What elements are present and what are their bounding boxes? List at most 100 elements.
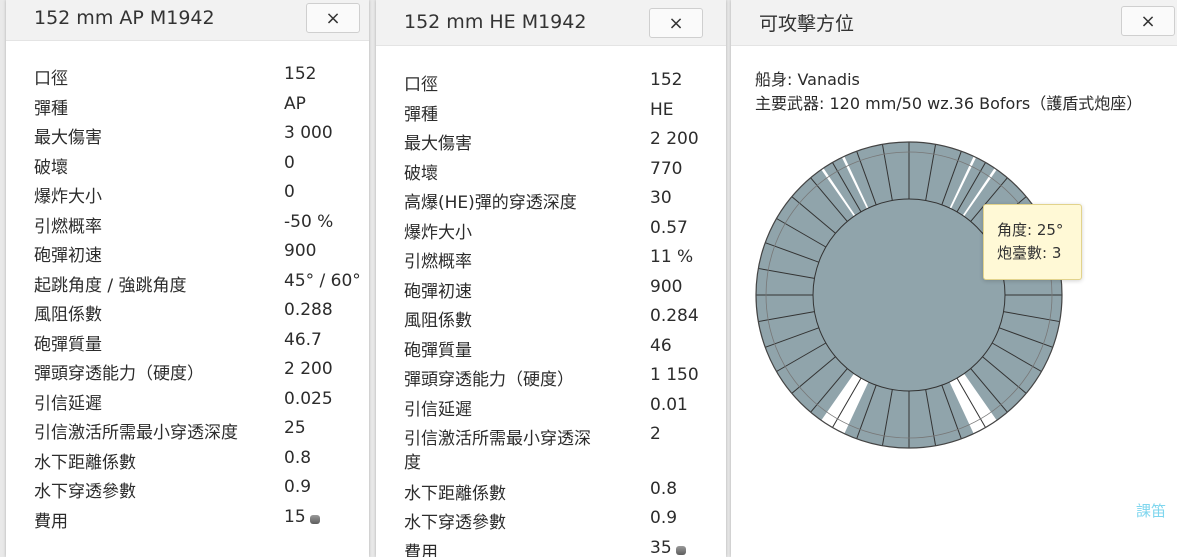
stat-row: 最大傷害 2 200 <box>404 129 724 154</box>
stat-value: 0.8 <box>650 478 678 499</box>
stat-label: 彈頭穿透能力（硬度） <box>404 370 574 390</box>
stat-row: 彈種 AP <box>34 93 354 119</box>
stat-label: 砲彈初速 <box>404 281 472 302</box>
arc-close-button[interactable]: × <box>1121 6 1175 36</box>
stat-label: 引信延遲 <box>34 393 102 414</box>
stat-row: 起跳角度 / 強跳角度 45° / 60° <box>34 271 361 296</box>
stat-value: 152 <box>650 70 683 90</box>
stat-row: 砲彈初速 900 <box>34 241 354 266</box>
stat-value: 3 000 <box>284 123 333 143</box>
stat-label: 水下距離係數 <box>404 483 506 504</box>
stat-value: 2 <box>650 424 661 444</box>
currency-icon <box>676 545 686 555</box>
stat-row: 引信激活所需最小穿透深度 2 <box>404 424 724 473</box>
he-panel-title: 152 mm HE M1942 <box>404 11 587 33</box>
stat-value: 25 <box>284 418 306 438</box>
stat-label: 破壞 <box>404 163 438 184</box>
tooltip-angle: 角度: 25° <box>997 221 1064 239</box>
stat-label: 口徑 <box>34 69 68 89</box>
stat-label: 最大傷害 <box>404 134 472 154</box>
partial-overlay-text: 課笛 <box>1136 502 1167 520</box>
stat-label: 水下穿透參數 <box>34 482 136 502</box>
stat-row: 最大傷害 3 000 <box>34 123 354 148</box>
close-icon: × <box>668 12 684 34</box>
stat-value: 11 % <box>650 247 694 267</box>
hull-info: 船身: Vanadis <box>755 70 860 89</box>
stat-value: 46.7 <box>284 329 322 350</box>
tooltip-turret-count: 炮臺數: 3 <box>997 244 1062 262</box>
stat-value: 46 <box>650 335 672 356</box>
main-weapon-info: 主要武器: 120 mm/50 wz.36 Bofors（護盾式炮座） <box>755 94 1143 113</box>
stat-label: 水下穿透參數 <box>404 513 506 533</box>
stat-value: 0.288 <box>284 300 333 320</box>
stat-value: 45° / 60° <box>284 270 361 291</box>
ap-shell-panel: 152 mm AP M1942 × 口徑 152 彈種 AP 最大傷害 3 000 破壞 0 爆… <box>6 0 369 557</box>
stat-value: 0.9 <box>284 477 312 497</box>
stat-row: 水下距離係數 0.8 <box>404 478 724 504</box>
stat-label: 高爆(HE)彈的穿透深度 <box>404 193 577 213</box>
stat-label: 口徑 <box>404 75 438 95</box>
stat-row: 引信延遲 0.025 <box>34 388 354 414</box>
stat-value: 900 <box>284 241 317 261</box>
stat-row: 水下穿透參數 0.9 <box>404 508 724 533</box>
stat-label: 爆炸大小 <box>404 222 472 243</box>
stat-label: 水下距離係數 <box>34 452 136 473</box>
stat-row: 引信激活所需最小穿透深度 25 <box>34 418 354 443</box>
stat-row: 風阻係數 0.288 <box>34 300 354 325</box>
stat-row: 砲彈初速 900 <box>404 276 724 302</box>
stat-value: 0 <box>284 182 295 202</box>
stat-row: 費用 15 <box>34 506 354 532</box>
stat-row: 費用 35 <box>404 538 724 557</box>
stat-row: 爆炸大小 0 <box>34 182 354 207</box>
stat-row: 彈頭穿透能力（硬度） 1 150 <box>404 365 724 390</box>
stat-label: 破壞 <box>34 157 68 178</box>
close-icon: × <box>325 7 341 29</box>
stat-value: 770 <box>650 158 683 179</box>
stat-value: -50 % <box>284 211 334 232</box>
he-panel-header: 152 mm HE M1942 × <box>376 0 726 46</box>
stat-label: 費用 <box>404 542 438 557</box>
stat-row: 爆炸大小 0.57 <box>404 218 724 243</box>
stat-value: 15 <box>284 506 306 527</box>
ap-panel-header: 152 mm AP M1942 × <box>6 0 369 41</box>
stat-label: 最大傷害 <box>34 128 102 148</box>
firing-arc-panel: 可攻擊方位 × 船身: Vanadis 主要武器: 120 mm/50 wz.3… <box>731 0 1177 557</box>
stat-label: 引信延遲 <box>404 399 472 420</box>
stat-value: 0.01 <box>650 394 688 415</box>
stat-label: 風阻係數 <box>404 311 472 331</box>
stat-row: 引燃概率 -50 % <box>34 211 354 237</box>
stat-row: 砲彈質量 46 <box>404 335 724 361</box>
stat-row: 破壞 0 <box>34 153 354 178</box>
stat-row: 高爆(HE)彈的穿透深度 30 <box>404 188 724 213</box>
stat-value: 900 <box>650 276 683 297</box>
stat-label: 引信激活所需最小穿透深度 <box>34 423 238 443</box>
stat-row: 水下距離係數 0.8 <box>34 448 354 473</box>
ap-panel-title: 152 mm AP M1942 <box>34 7 215 29</box>
stat-label: 爆炸大小 <box>34 187 102 207</box>
currency-icon <box>310 514 320 524</box>
arc-panel-title: 可攻擊方位 <box>759 13 855 35</box>
he-close-button[interactable]: × <box>649 8 703 38</box>
stat-value: HE <box>650 99 674 120</box>
stat-label: 引信激活所需最小穿透深 <box>404 429 591 449</box>
stat-label: 彈種 <box>34 98 68 119</box>
stat-label: 費用 <box>34 511 68 532</box>
stat-value: 35 <box>650 537 672 557</box>
stat-value: AP <box>284 93 306 114</box>
stat-value: 0.025 <box>284 388 333 409</box>
stat-row: 水下穿透參數 0.9 <box>34 477 354 502</box>
stat-label: 起跳角度 / 強跳角度 <box>34 275 187 296</box>
stat-label: 彈頭穿透能力（硬度） <box>34 364 204 384</box>
stat-value: 2 200 <box>650 129 699 149</box>
stat-value: 0.284 <box>650 306 699 326</box>
stat-value: 152 <box>284 64 317 84</box>
stat-label: 彈種 <box>404 104 438 125</box>
stat-row: 口徑 152 <box>34 64 354 89</box>
stat-row: 引信延遲 0.01 <box>404 394 724 420</box>
stat-label: 砲彈質量 <box>34 334 102 355</box>
stat-row: 引燃概率 11 % <box>404 247 724 272</box>
stat-label: 引燃概率 <box>404 252 472 272</box>
stat-value: 0.9 <box>650 508 678 528</box>
ap-close-button[interactable]: × <box>306 3 360 33</box>
close-icon: × <box>1140 10 1156 32</box>
